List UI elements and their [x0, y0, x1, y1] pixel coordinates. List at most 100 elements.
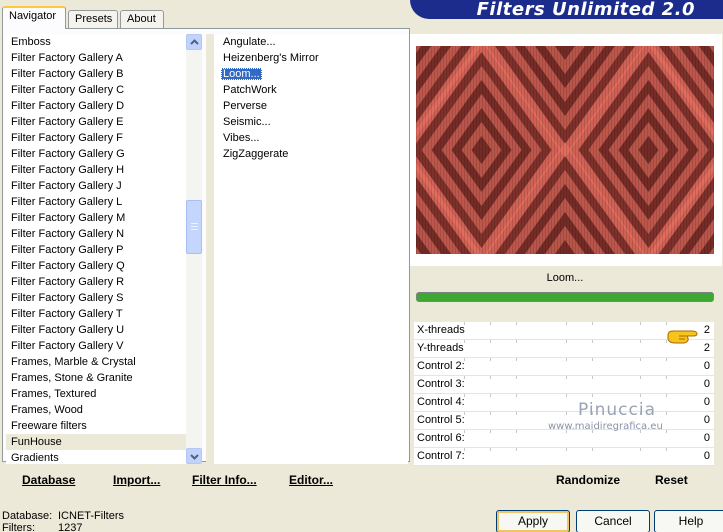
slider-tick — [592, 340, 593, 343]
category-item[interactable]: Filter Factory Gallery F — [6, 130, 186, 146]
category-item[interactable]: Emboss — [6, 34, 186, 50]
control-label: Control 6: — [417, 432, 465, 444]
filter-item-label: Seismic... — [223, 116, 271, 128]
control-value: 0 — [703, 378, 710, 390]
slider-tick — [666, 376, 667, 379]
control-label: Control 5: — [417, 414, 465, 426]
category-item[interactable]: Filter Factory Gallery U — [6, 322, 186, 338]
category-item[interactable]: Filter Factory Gallery L — [6, 194, 186, 210]
control-row[interactable]: Control 2: 0 — [414, 358, 714, 376]
control-value: 0 — [703, 360, 710, 372]
filter-item[interactable]: Seismic... — [214, 114, 408, 130]
category-item[interactable]: Filter Factory Gallery T — [6, 306, 186, 322]
filter-item-label: Loom... — [221, 68, 262, 80]
tab-about[interactable]: About — [120, 10, 164, 28]
slider-tick — [592, 322, 593, 325]
category-item[interactable]: Filter Factory Gallery V — [6, 338, 186, 354]
slider-tick — [490, 376, 491, 379]
category-item[interactable]: Frames, Marble & Crystal — [6, 354, 186, 370]
category-item[interactable]: Filter Factory Gallery H — [6, 162, 186, 178]
tab-navigator[interactable]: Navigator — [2, 6, 66, 29]
category-item[interactable]: Filter Factory Gallery B — [6, 66, 186, 82]
filter-list[interactable]: Angulate... Heizenberg's Mirror Loom... Pat… — [214, 34, 408, 464]
category-list[interactable]: Emboss Filter Factory Gallery A Filter Fac… — [6, 34, 186, 464]
control-row[interactable]: Control 4: 0 — [414, 394, 714, 412]
scrollbar-thumb[interactable] — [186, 200, 202, 254]
category-item[interactable]: Filter Factory Gallery D — [6, 98, 186, 114]
slider-tick — [516, 412, 517, 415]
apply-button[interactable]: Apply — [496, 510, 570, 532]
slider-tick — [592, 448, 593, 451]
pointing-hand-icon — [667, 330, 698, 344]
slider-tick — [490, 322, 491, 325]
category-item[interactable]: Frames, Stone & Granite — [6, 370, 186, 386]
slider-tick — [516, 322, 517, 325]
import-button[interactable]: Import... — [113, 473, 160, 487]
current-filter-name: Loom... — [546, 272, 584, 284]
category-item[interactable]: Filter Factory Gallery S — [6, 290, 186, 306]
control-label: Y-threads — [417, 342, 464, 354]
category-item[interactable]: Freeware filters — [6, 418, 186, 434]
filter-item-label: PatchWork — [223, 84, 277, 96]
slider-tick — [592, 394, 593, 397]
category-item[interactable]: Filter Factory Gallery Q — [6, 258, 186, 274]
filter-item[interactable]: PatchWork — [214, 82, 408, 98]
status-filters-value: 1237 — [58, 522, 83, 532]
control-value: 0 — [703, 414, 710, 426]
filter-item[interactable]: Heizenberg's Mirror — [214, 50, 408, 66]
slider-tick — [490, 412, 491, 415]
chevron-up-icon[interactable] — [186, 34, 202, 50]
category-item[interactable]: Filter Factory Gallery G — [6, 146, 186, 162]
category-item[interactable]: Filter Factory Gallery M — [6, 210, 186, 226]
filter-item[interactable]: Loom... — [214, 66, 408, 82]
slider-tick — [490, 430, 491, 433]
category-item[interactable]: FunHouse — [6, 434, 186, 450]
progress-bar — [416, 292, 714, 302]
slider-tick — [640, 340, 641, 343]
control-row[interactable]: Control 3: 0 — [414, 376, 714, 394]
filter-item[interactable]: Perverse — [214, 98, 408, 114]
help-button[interactable]: Help — [654, 510, 723, 532]
category-item[interactable]: Filter Factory Gallery P — [6, 242, 186, 258]
category-item[interactable]: Filter Factory Gallery E — [6, 114, 186, 130]
slider-tick — [666, 448, 667, 451]
status-database: Database: ICNET-Filters — [2, 510, 124, 522]
category-scrollbar[interactable] — [186, 34, 202, 464]
category-item[interactable]: Frames, Wood — [6, 402, 186, 418]
status-filters: Filters: 1237 — [2, 522, 82, 532]
chevron-down-icon[interactable] — [186, 448, 202, 464]
editor-button[interactable]: Editor... — [289, 473, 333, 487]
control-row[interactable]: Control 6: 0 — [414, 430, 714, 448]
category-item[interactable]: Filter Factory Gallery A — [6, 50, 186, 66]
category-item[interactable]: Filter Factory Gallery R — [6, 274, 186, 290]
filter-item[interactable]: ZigZaggerate — [214, 146, 408, 162]
slider-tick — [566, 376, 567, 379]
reset-button[interactable]: Reset — [655, 473, 688, 487]
slider-tick — [592, 376, 593, 379]
category-item[interactable]: Filter Factory Gallery N — [6, 226, 186, 242]
cancel-button[interactable]: Cancel — [576, 510, 650, 532]
slider-tick — [640, 376, 641, 379]
control-label: Control 3: — [417, 378, 465, 390]
tab-presets[interactable]: Presets — [68, 10, 118, 28]
category-item[interactable]: Filter Factory Gallery J — [6, 178, 186, 194]
category-item[interactable]: Frames, Textured — [6, 386, 186, 402]
randomize-button[interactable]: Randomize — [556, 473, 620, 487]
filter-item-label: Vibes... — [223, 132, 260, 144]
slider-tick — [516, 376, 517, 379]
slider-tick — [516, 358, 517, 361]
control-row[interactable]: Control 7: 0 — [414, 448, 714, 466]
filter-item-label: Angulate... — [223, 36, 276, 48]
filter-info-button[interactable]: Filter Info... — [192, 473, 257, 487]
filter-item[interactable]: Vibes... — [214, 130, 408, 146]
filter-item-label: Heizenberg's Mirror — [223, 52, 319, 64]
database-button[interactable]: Database — [22, 473, 75, 487]
list-divider — [206, 34, 214, 464]
slider-tick — [516, 448, 517, 451]
control-label: Control 4: — [417, 396, 465, 408]
category-item[interactable]: Filter Factory Gallery C — [6, 82, 186, 98]
filter-item[interactable]: Angulate... — [214, 34, 408, 50]
category-item[interactable]: Gradients — [6, 450, 186, 464]
slider-tick — [666, 322, 667, 325]
loom-pattern — [416, 46, 714, 254]
